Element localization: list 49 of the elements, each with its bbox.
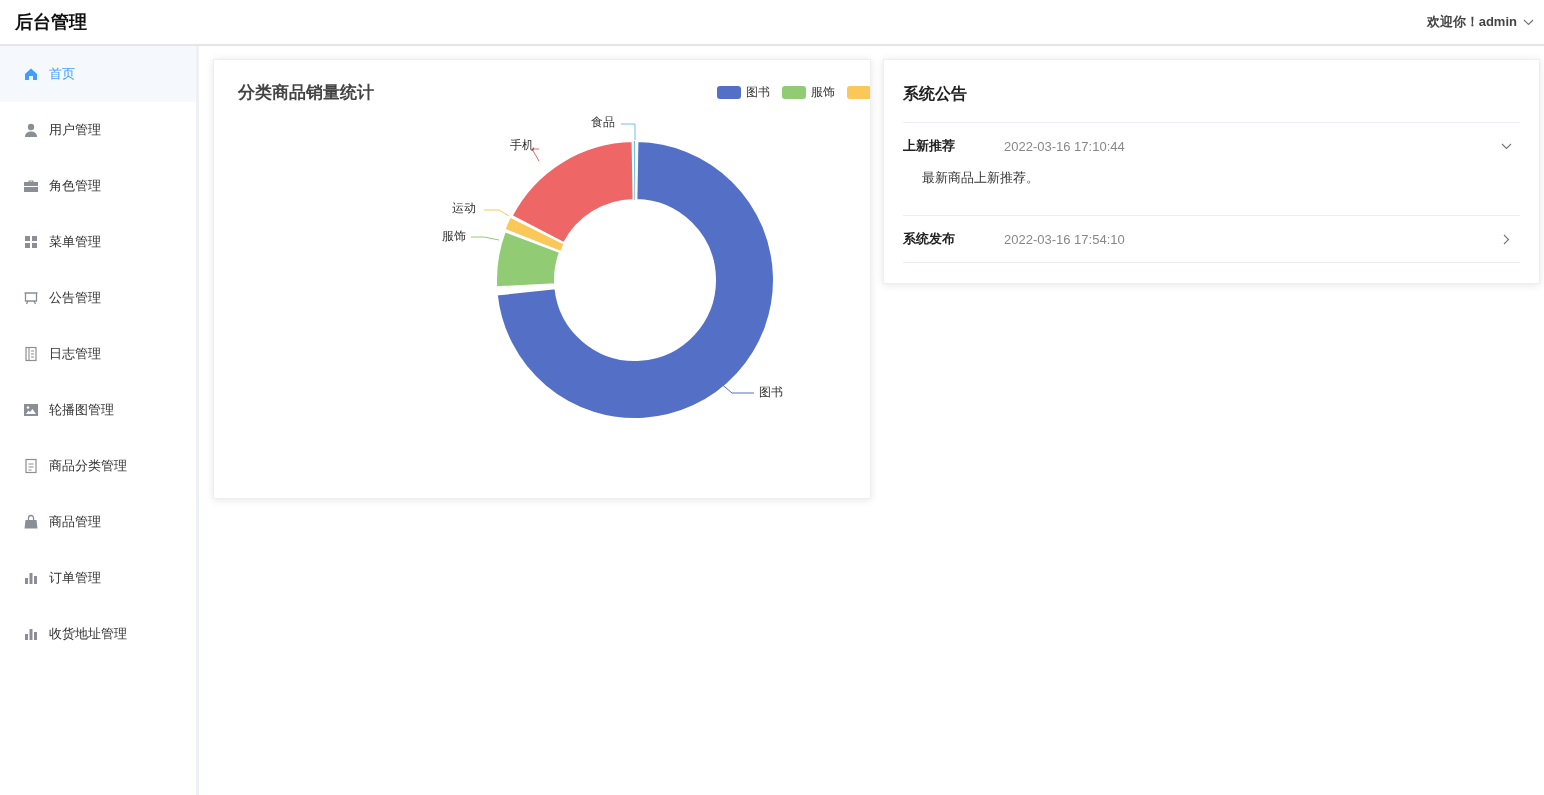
sidebar-item[interactable]: 公告管理 [0, 270, 196, 326]
slice-label: 运动 [452, 201, 476, 215]
card-title: 系统公告 [903, 84, 968, 104]
leader-line [470, 236, 500, 241]
bar-chart-icon [23, 570, 39, 586]
legend-swatch[interactable] [847, 86, 870, 99]
legend-label[interactable]: 服饰 [811, 84, 835, 101]
easel-icon [23, 290, 39, 306]
grid-icon [23, 234, 39, 250]
legend-label[interactable]: 图书 [746, 84, 770, 101]
sidebar-item[interactable]: 轮播图管理 [0, 382, 196, 438]
sidebar-item[interactable]: 用户管理 [0, 102, 196, 158]
caret-icon [1523, 18, 1534, 26]
notice-header[interactable]: 系统发布 2022-03-16 17:54:10 [903, 216, 1520, 262]
donut-slice[interactable] [510, 140, 635, 245]
notice-time: 2022-03-16 17:10:44 [1004, 138, 1126, 154]
notebook-icon [23, 346, 39, 362]
chart-title: 分类商品销量统计 [238, 82, 374, 104]
sidebar-item[interactable]: 收货地址管理 [0, 606, 196, 662]
leader-line [483, 209, 510, 217]
user-icon [23, 122, 39, 138]
document-icon [23, 458, 39, 474]
notice-header[interactable]: 上新推荐 2022-03-16 17:10:44 [903, 123, 1520, 169]
sidebar-item[interactable]: 菜单管理 [0, 214, 196, 270]
sidebar-item[interactable]: 日志管理 [0, 326, 196, 382]
legend-swatch[interactable] [782, 86, 806, 99]
sidebar-item[interactable]: 商品分类管理 [0, 438, 196, 494]
notice-title: 上新推荐 [903, 137, 956, 155]
leader-line [620, 123, 636, 141]
slice-label: 图书 [759, 385, 783, 399]
notice-time: 2022-03-16 17:54:10 [1004, 231, 1126, 247]
bag-icon [23, 514, 39, 530]
slice-label: 食品 [591, 115, 615, 129]
briefcase-icon [23, 178, 39, 194]
user-menu[interactable]: 欢迎你！admin [1426, 13, 1534, 31]
notice-title: 系统发布 [903, 230, 956, 248]
donut-slice[interactable] [495, 230, 562, 289]
bar-chart-icon [23, 626, 39, 642]
home-icon [23, 66, 39, 82]
notice-body: 最新商品上新推荐。 [922, 170, 1039, 185]
image-icon [23, 402, 39, 418]
app-title: 后台管理 [15, 11, 87, 34]
sidebar-item[interactable]: 角色管理 [0, 158, 196, 214]
legend-swatch[interactable] [717, 86, 741, 99]
sidebar-item[interactable]: 订单管理 [0, 550, 196, 606]
donut-slice[interactable] [505, 218, 564, 251]
slice-label: 手机 [510, 138, 534, 152]
sidebar-item[interactable]: 商品管理 [0, 494, 196, 550]
slice-label: 服饰 [442, 229, 466, 243]
